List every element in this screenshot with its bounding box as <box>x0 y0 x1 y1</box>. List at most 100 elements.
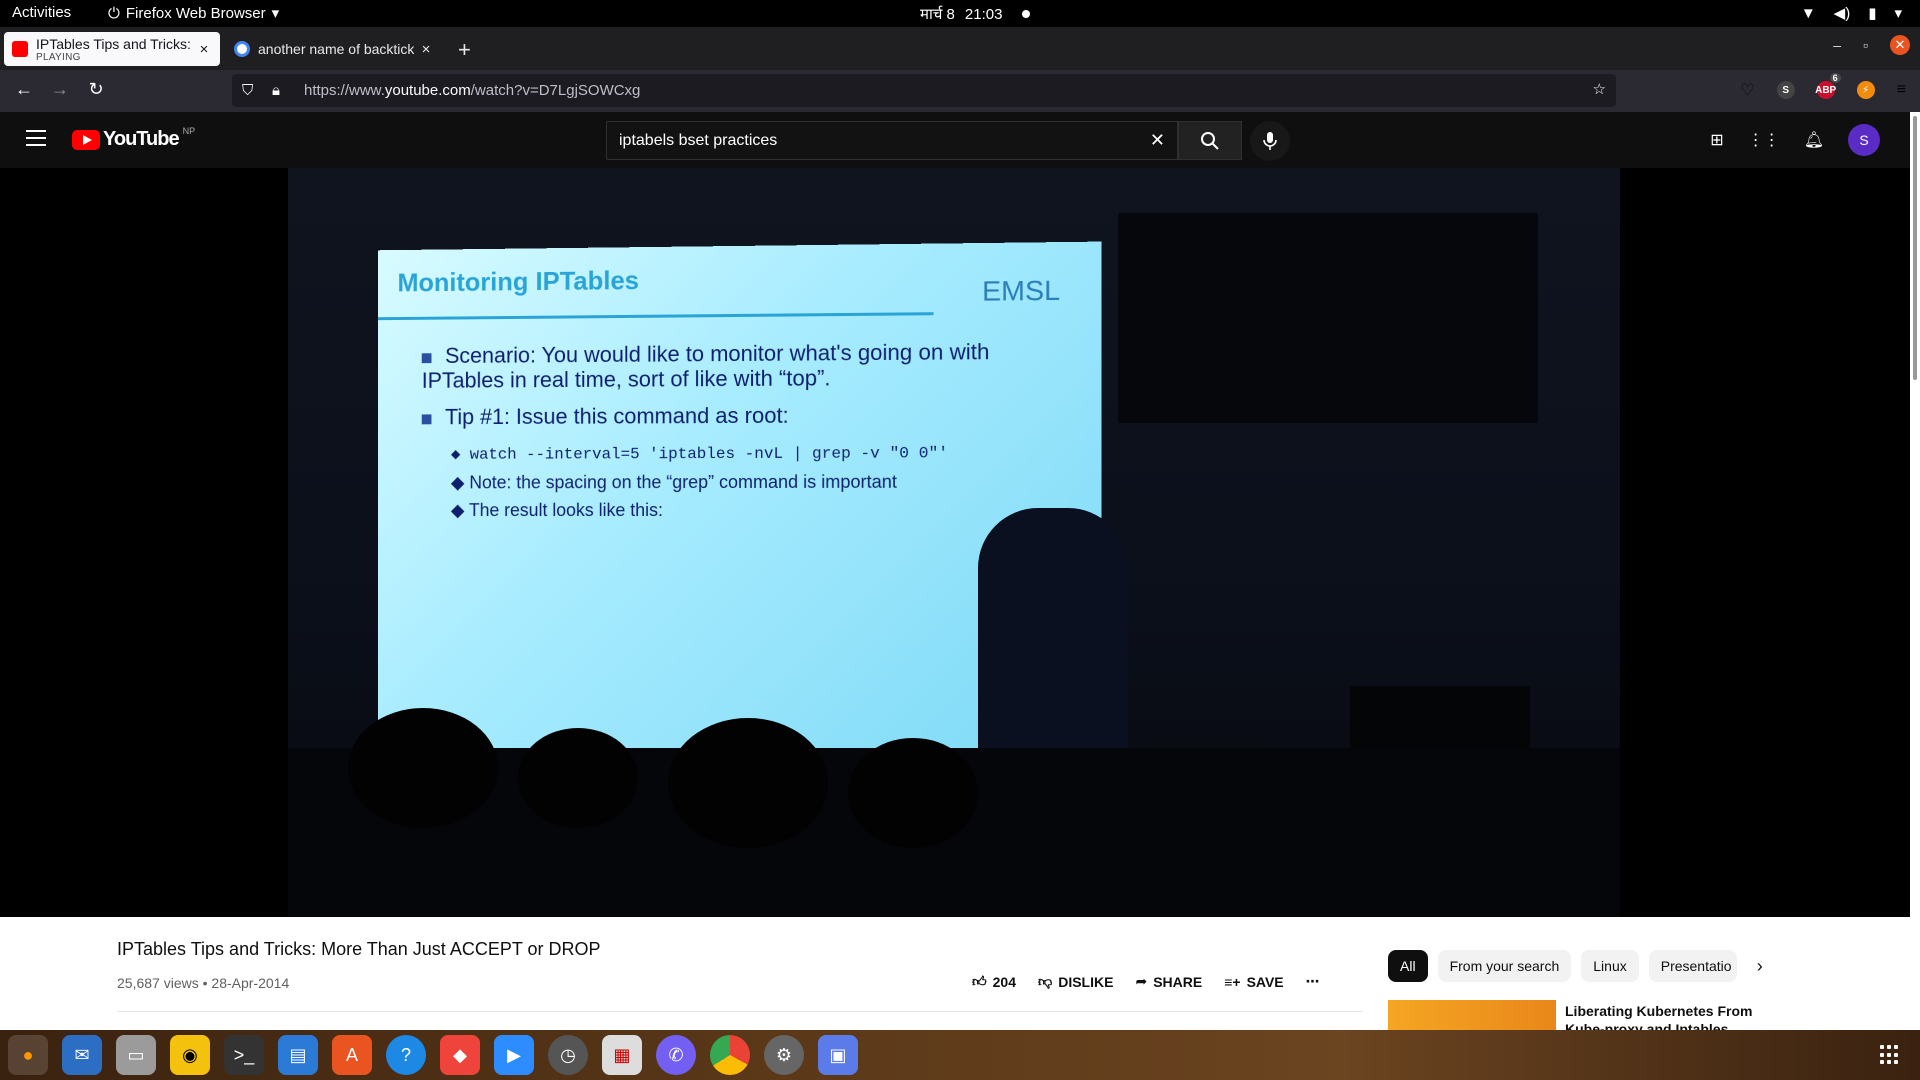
help-icon[interactable]: ? <box>386 1035 426 1075</box>
settings-icon[interactable]: ⚙ <box>764 1035 804 1075</box>
save-playlist-icon: ≡+ <box>1224 973 1241 990</box>
hamburger-menu-icon[interactable]: ≡ <box>1897 81 1906 99</box>
wall-tv <box>1118 213 1538 423</box>
thumbs-up-icon: 👍︎ <box>972 973 987 989</box>
voice-search-button[interactable] <box>1250 121 1290 161</box>
slide-bullet: Tip #1: Issue this command as root: <box>421 401 1061 429</box>
battery-icon: ▮ <box>1868 5 1877 22</box>
nav-bar: ← → ↻ ⛉ 🔒︎ https://www.youtube.com/watch… <box>0 70 1920 112</box>
app-menu[interactable]: ⏻ Firefox Web Browser ▾ <box>108 4 279 23</box>
system-top-bar: Activities ⏻ Firefox Web Browser ▾ मार्च… <box>0 0 1920 27</box>
divider <box>117 1011 1363 1012</box>
video-player[interactable]: Monitoring IPTables EMSL Scenario: You w… <box>0 168 1910 917</box>
zoom-icon[interactable]: ▶ <box>494 1035 534 1075</box>
anydesk-icon[interactable]: ◆ <box>440 1035 480 1075</box>
slide-sub-bullet: ◆ watch --interval=5 'iptables -nvL | gr… <box>450 444 949 464</box>
tab-google[interactable]: another name of backtick × <box>226 32 442 66</box>
viber-icon[interactable]: ✆ <box>656 1035 696 1075</box>
chevron-right-icon[interactable]: › <box>1757 956 1763 977</box>
writer-icon[interactable]: ▤ <box>278 1035 318 1075</box>
more-actions-icon[interactable]: ⋯ <box>1306 973 1320 990</box>
search-box: ✕ <box>606 121 1178 160</box>
clock[interactable]: मार्च 8 21:03 <box>920 4 1031 24</box>
chip-presentation[interactable]: Presentatio <box>1648 950 1737 982</box>
guide-menu-icon[interactable] <box>26 130 46 151</box>
bookmark-star-icon[interactable]: ☆ <box>1593 80 1606 98</box>
close-tab-icon[interactable]: × <box>418 41 434 58</box>
scrollbar-thumb[interactable] <box>1913 116 1917 380</box>
url-bar[interactable]: ⛉ 🔒︎ https://www.youtube.com/watch?v=D7L… <box>232 74 1616 107</box>
firefox-icon[interactable]: ● <box>8 1035 48 1075</box>
document-viewer-icon[interactable]: ▦ <box>602 1035 642 1075</box>
activities-button[interactable]: Activities <box>12 4 71 21</box>
thunderbird-icon[interactable]: ✉ <box>62 1035 102 1075</box>
search-icon <box>1201 131 1219 150</box>
adblock-badge: 6 <box>1829 73 1841 83</box>
youtube-wordmark: YouTube <box>103 128 180 150</box>
share-button[interactable]: ➦ SHARE <box>1135 973 1202 990</box>
tab-title: IPTables Tips and Tricks: M <box>36 35 192 52</box>
taskbar-dock: ● ✉ ▭ ◉ >_ ▤ A ? ◆ ▶ ◷ ▦ ✆ ⚙ ▣ <box>0 1030 1920 1080</box>
extension-s-icon[interactable]: S <box>1776 81 1795 99</box>
slide-logo: EMSL <box>982 274 1061 307</box>
url-text[interactable]: https://www.youtube.com/watch?v=D7LgjSOW… <box>304 82 640 99</box>
terminal-icon[interactable]: >_ <box>224 1035 264 1075</box>
watch-metadata: IPTables Tips and Tricks: More Than Just… <box>0 917 1910 1037</box>
slide-bullet: Scenario: You would like to monitor what… <box>421 338 990 393</box>
files-icon[interactable]: ▭ <box>116 1035 156 1075</box>
video-title: IPTables Tips and Tricks: More Than Just… <box>117 939 601 959</box>
search-input[interactable] <box>619 131 1119 150</box>
shield-icon[interactable]: ⛉ <box>242 82 260 99</box>
back-icon[interactable]: ← <box>12 79 36 100</box>
page-scrollbar[interactable] <box>1910 112 1920 1030</box>
like-button[interactable]: 👍︎ 204 <box>972 973 1016 990</box>
adblock-icon[interactable]: ABP 6 <box>1815 73 1841 99</box>
slide-divider <box>378 312 934 321</box>
chip-linux[interactable]: Linux <box>1581 950 1639 982</box>
screenshot-icon[interactable]: ▣ <box>818 1035 858 1075</box>
rhythmbox-icon[interactable]: ◉ <box>170 1035 210 1075</box>
google-favicon-icon <box>234 41 250 57</box>
show-applications-icon[interactable] <box>1880 1045 1900 1065</box>
avatar[interactable]: S <box>1848 124 1880 156</box>
forward-icon[interactable]: → <box>48 79 72 100</box>
close-tab-icon[interactable]: × <box>196 41 212 58</box>
new-tab-icon[interactable]: + <box>458 37 471 63</box>
notification-dot <box>1022 10 1031 18</box>
clock-time: 21:03 <box>964 5 1003 23</box>
notifications-bell-icon[interactable]: 🔔︎ <box>1804 130 1824 150</box>
create-video-icon[interactable]: ⊞ <box>1710 130 1723 150</box>
chip-all[interactable]: All <box>1388 950 1428 982</box>
dislike-button[interactable]: 👎︎ DISLIKE <box>1038 973 1113 990</box>
reload-icon[interactable]: ↻ <box>84 79 108 100</box>
region-code: NP <box>182 125 196 136</box>
video-actions: 👍︎ 204 👎︎ DISLIKE ➦ SHARE ≡+ SAVE ⋯ <box>972 973 1320 990</box>
save-button[interactable]: ≡+ SAVE <box>1224 974 1283 990</box>
minimize-icon[interactable]: – <box>1833 37 1841 53</box>
recommendation-thumbnail[interactable] <box>1388 1000 1556 1030</box>
volume-icon: ◀) <box>1833 5 1851 22</box>
lock-icon[interactable]: 🔒︎ <box>272 82 290 99</box>
search-button[interactable] <box>1178 121 1242 160</box>
clear-search-icon[interactable]: ✕ <box>1150 130 1165 151</box>
toolbar-extensions: ♡ S ABP 6 ⚡ ≡ <box>1740 73 1906 100</box>
wifi-icon: ▼ <box>1800 4 1816 22</box>
system-tray[interactable]: ▼ ◀) ▮ ▾ <box>1800 4 1902 23</box>
tab-strip: IPTables Tips and Tricks: M PLAYING × an… <box>0 27 1920 70</box>
video-frame[interactable]: Monitoring IPTables EMSL Scenario: You w… <box>288 168 1620 917</box>
window-controls: – ▫ ✕ <box>1833 35 1910 55</box>
pocket-icon[interactable]: ♡ <box>1740 80 1754 100</box>
restore-icon[interactable]: ▫ <box>1863 37 1868 53</box>
apps-grid-icon[interactable]: ⋮⋮ <box>1748 130 1780 150</box>
tab-youtube[interactable]: IPTables Tips and Tricks: M PLAYING × <box>4 32 220 66</box>
youtube-logo[interactable]: YouTube NP <box>72 125 196 151</box>
related-chips: All From your search Linux Presentatio › <box>1388 950 1763 982</box>
chrome-icon[interactable] <box>710 1035 750 1075</box>
close-window-icon[interactable]: ✕ <box>1890 35 1910 55</box>
chip-from-your-search[interactable]: From your search <box>1437 950 1572 982</box>
extension-orange-icon[interactable]: ⚡ <box>1856 81 1875 99</box>
app-menu-label: Firefox Web Browser <box>125 4 266 22</box>
clock-app-icon[interactable]: ◷ <box>548 1035 588 1075</box>
software-center-icon[interactable]: A <box>332 1035 372 1075</box>
slide-body: Scenario: You would like to monitor what… <box>421 338 1061 524</box>
